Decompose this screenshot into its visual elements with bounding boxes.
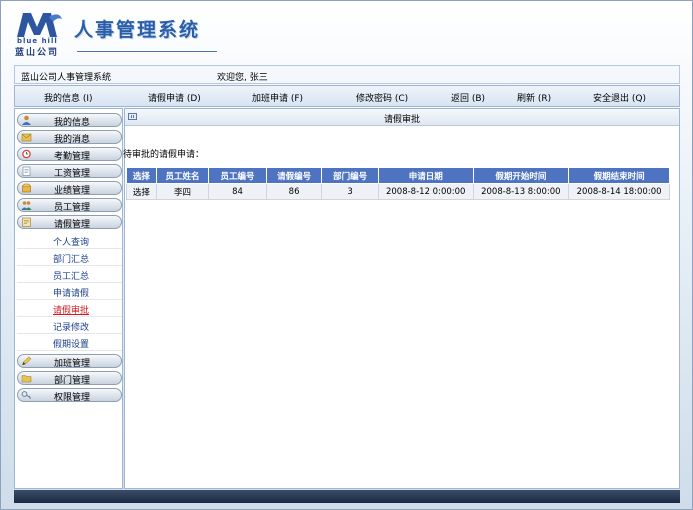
select-link[interactable]: 选择 [126, 183, 157, 200]
column-header: 假期开始时间 [472, 167, 570, 184]
sidebar-item-label: 我的消息 [54, 135, 91, 145]
sidebar-item-label: 权限管理 [54, 393, 91, 403]
sidebar-subitem-dept-summary[interactable]: 部门汇总 [17, 249, 122, 266]
table-cell: 86 [265, 183, 323, 200]
sidebar-item-label: 业绩管理 [54, 186, 91, 196]
sidebar-subitem-employee-summary[interactable]: 员工汇总 [17, 266, 122, 283]
sidebar-item-label: 请假管理 [54, 220, 91, 230]
welcome-text: 欢迎您, 张三 [217, 73, 268, 83]
sidebar-item-label: 员工管理 [54, 203, 91, 213]
column-header: 员工姓名 [155, 167, 210, 184]
key-icon [21, 391, 32, 399]
nav-change-password[interactable]: 修改密码 (C) [356, 91, 408, 104]
people-icon [21, 201, 32, 210]
sidebar-subitem-label: 记录修改 [53, 323, 90, 333]
sidebar-item-salary[interactable]: 工资管理 [17, 164, 122, 179]
pencil-icon [22, 356, 32, 366]
folder-icon [21, 375, 32, 383]
sidebar-item-leave[interactable]: 请假管理 [17, 215, 122, 230]
status-bar [14, 490, 680, 503]
info-bar: 蓝山公司人事管理系统 欢迎您, 张三 [14, 65, 680, 84]
sidebar-subitem-record-edit[interactable]: 记录修改 [17, 317, 122, 334]
nav-bar: 我的信息 (I) 请假申请 (D) 加班申请 (F) 修改密码 (C) 返回 (… [14, 85, 680, 107]
document-icon [22, 166, 31, 176]
sidebar-item-performance[interactable]: 业绩管理 [17, 181, 122, 196]
sidebar-item-employees[interactable]: 员工管理 [17, 198, 122, 213]
sidebar-item-label: 考勤管理 [54, 152, 91, 162]
column-header: 假期结束时间 [568, 167, 670, 184]
table-row: 选择 李四 84 86 3 2008-8-12 0:00:00 2008-8-1… [126, 183, 670, 200]
sidebar-subitem-label: 员工汇总 [53, 272, 90, 282]
nav-leave-apply[interactable]: 请假申请 (D) [148, 91, 201, 104]
table-header-row: 选择 员工姓名 员工编号 请假编号 部门编号 申请日期 假期开始时间 假期结束时… [126, 167, 670, 184]
pending-label: 待审批的请假申请： [123, 150, 205, 160]
column-header: 员工编号 [208, 167, 267, 184]
message-icon [21, 133, 32, 142]
sidebar-item-my-info[interactable]: 我的信息 [17, 113, 122, 128]
main-panel: 请假审批 待审批的请假申请： 选择 员工姓名 员工编号 请假编号 部门编号 申请… [123, 108, 680, 489]
table-cell: 李四 [155, 183, 210, 200]
sidebar-subitem-label: 请假审批 [53, 306, 90, 316]
sidebar-subitem-label: 部门汇总 [53, 255, 90, 265]
logo-text-en: blue hill [17, 37, 58, 45]
app-window: blue hill 蓝山公司 人事管理系统 蓝山公司人事管理系统 欢迎您, 张三… [0, 0, 693, 510]
sidebar-item-overtime[interactable]: 加班管理 [17, 354, 122, 369]
table-cell: 2008-8-13 8:00:00 [472, 183, 570, 200]
table-cell: 2008-8-12 0:00:00 [377, 183, 474, 200]
sidebar-item-permissions[interactable]: 权限管理 [17, 388, 122, 403]
app-title: 人事管理系统 [74, 19, 201, 41]
panel-header: 请假审批 [125, 109, 679, 126]
column-header: 部门编号 [321, 167, 379, 184]
column-header: 申请日期 [377, 167, 474, 184]
sidebar-item-departments[interactable]: 部门管理 [17, 371, 122, 386]
sidebar-subitem-label: 假期设置 [53, 340, 90, 350]
title-divider [77, 51, 217, 52]
table-cell: 3 [321, 183, 379, 200]
table-cell: 2008-8-14 18:00:00 [568, 183, 670, 200]
leave-icon [22, 217, 31, 227]
box-icon [22, 183, 31, 193]
sidebar-subitem-holiday-settings[interactable]: 假期设置 [17, 334, 122, 351]
page-title: 请假审批 [383, 115, 420, 125]
sidebar-subitem-apply-leave[interactable]: 申请请假 [17, 283, 122, 300]
column-header: 选择 [126, 167, 157, 184]
sidebar-item-label: 工资管理 [54, 169, 91, 179]
system-name: 蓝山公司人事管理系统 [21, 73, 112, 83]
sidebar: 我的信息 我的消息 考勤管理 工资管理 业绩管理 员工管理 请假管理 个人查询 [14, 108, 123, 489]
leave-requests-table: 选择 员工姓名 员工编号 请假编号 部门编号 申请日期 假期开始时间 假期结束时… [126, 167, 670, 200]
nav-my-info[interactable]: 我的信息 (I) [44, 91, 93, 104]
nav-back[interactable]: 返回 (B) [451, 91, 485, 104]
sidebar-subitem-leave-approval[interactable]: 请假审批 [17, 300, 122, 317]
header: blue hill 蓝山公司 人事管理系统 [1, 1, 692, 63]
logo-icon [17, 13, 62, 37]
nav-logout[interactable]: 安全退出 (Q) [593, 91, 646, 104]
person-icon [22, 115, 31, 125]
sidebar-subitem-label: 个人查询 [53, 238, 90, 248]
sidebar-item-label: 我的信息 [54, 118, 91, 128]
logo-text-cn: 蓝山公司 [15, 48, 60, 58]
clock-icon [22, 149, 31, 159]
sidebar-item-label: 加班管理 [54, 359, 91, 369]
sidebar-item-my-messages[interactable]: 我的消息 [17, 130, 122, 145]
nav-refresh[interactable]: 刷新 (R) [517, 91, 551, 104]
sidebar-item-label: 部门管理 [54, 376, 91, 386]
sidebar-item-attendance[interactable]: 考勤管理 [17, 147, 122, 162]
nav-overtime-apply[interactable]: 加班申请 (F) [252, 91, 303, 104]
sidebar-subitem-personal-query[interactable]: 个人查询 [17, 232, 122, 249]
table-cell: 84 [208, 183, 267, 200]
column-header: 请假编号 [265, 167, 323, 184]
sidebar-subitem-label: 申请请假 [53, 289, 90, 299]
